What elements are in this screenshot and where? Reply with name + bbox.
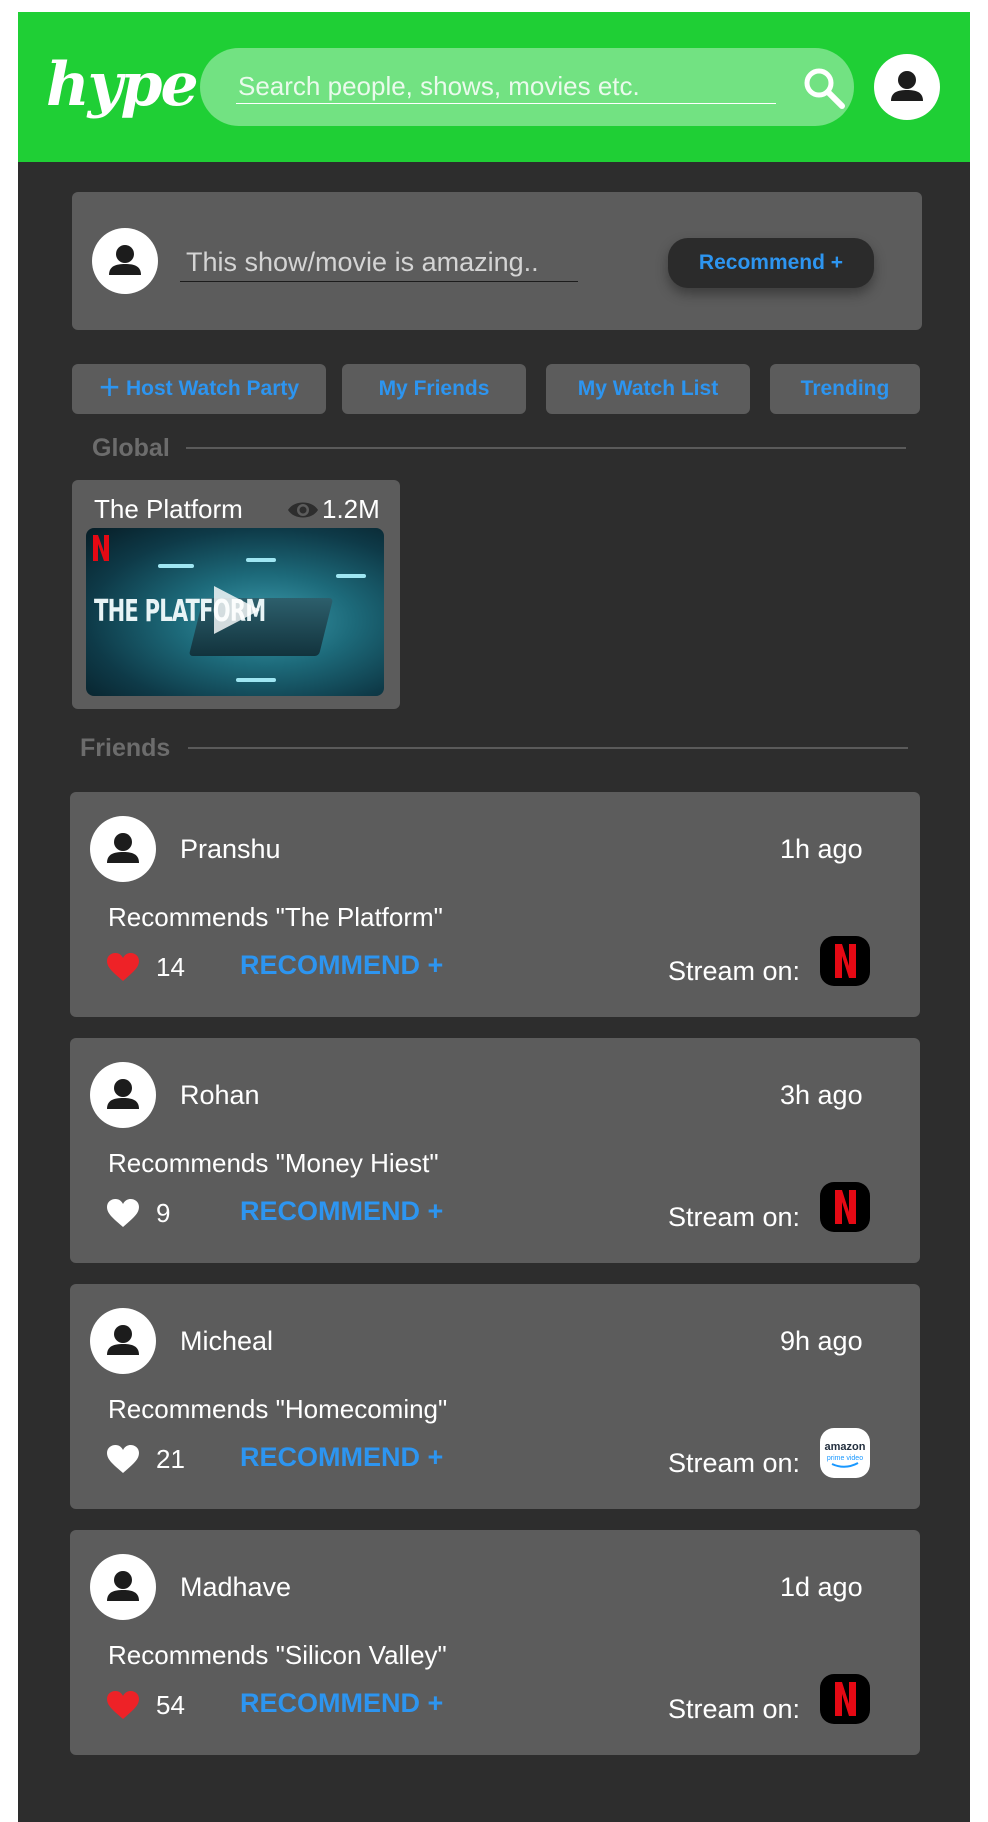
amazon-prime-video-icon[interactable]: amazon prime video (820, 1428, 870, 1478)
thumbnail-light (158, 564, 194, 568)
view-count: 1.2M (322, 494, 380, 524)
play-icon[interactable] (204, 582, 264, 638)
friend-name[interactable]: Rohan (180, 1080, 260, 1111)
user-icon (107, 1325, 139, 1355)
svg-text:prime video: prime video (827, 1455, 863, 1462)
avatar[interactable] (90, 816, 156, 882)
avatar[interactable] (90, 1062, 156, 1128)
my-watch-list-button[interactable]: My Watch List (546, 364, 750, 414)
feed-item: Micheal 9h ago Recommends "Homecoming" 2… (70, 1284, 920, 1509)
feed-item: Madhave 1d ago Recommends "Silicon Valle… (70, 1530, 920, 1755)
recommend-button[interactable]: Recommend + (668, 238, 874, 288)
recommend-button[interactable]: RECOMMEND + (240, 950, 443, 981)
my-friends-button[interactable]: My Friends (342, 364, 526, 414)
netflix-icon[interactable] (820, 1182, 870, 1232)
global-show-card[interactable]: The Platform 1.2M THE PLATFORM (72, 480, 400, 709)
plus-icon: + (98, 366, 120, 407)
like-count: 14 (156, 952, 185, 982)
feed-item: Pranshu 1h ago Recommends "The Platform"… (70, 792, 920, 1017)
recommend-button[interactable]: RECOMMEND + (240, 1442, 443, 1473)
trending-button[interactable]: Trending (770, 364, 920, 414)
recommend-button[interactable]: RECOMMEND + (240, 1688, 443, 1719)
netflix-icon (93, 535, 109, 561)
profile-button[interactable] (874, 54, 940, 120)
section-title-friends: Friends (80, 734, 171, 762)
friend-name[interactable]: Micheal (180, 1326, 273, 1357)
recommendation-text: Recommends "Homecoming" (108, 1394, 448, 1424)
stream-on-label: Stream on: (668, 1694, 801, 1724)
user-icon (107, 1079, 139, 1109)
top-header: hype (18, 12, 970, 162)
avatar[interactable] (90, 1554, 156, 1620)
friend-name[interactable]: Madhave (180, 1572, 291, 1603)
show-thumbnail[interactable]: THE PLATFORM (86, 528, 384, 696)
recommendation-input[interactable] (180, 244, 578, 282)
stream-on-label: Stream on: (668, 1202, 801, 1232)
like-count: 21 (156, 1444, 185, 1474)
recommend-button[interactable]: RECOMMEND + (240, 1196, 443, 1227)
like-count: 54 (156, 1690, 185, 1720)
heart-icon[interactable] (106, 1444, 140, 1474)
recommendation-text: Recommends "Silicon Valley" (108, 1640, 447, 1670)
thumbnail-light (246, 558, 276, 562)
recommendation-text: Recommends "Money Hiest" (108, 1148, 439, 1178)
avatar[interactable] (90, 1308, 156, 1374)
host-watch-party-button[interactable]: + Host Watch Party (72, 364, 326, 414)
avatar (92, 228, 158, 294)
section-title-global: Global (92, 434, 170, 462)
heart-icon[interactable] (106, 1690, 140, 1720)
heart-icon[interactable] (106, 1198, 140, 1228)
recommendation-text: Recommends "The Platform" (108, 902, 443, 932)
post-time: 3h ago (780, 1080, 863, 1110)
eye-icon (288, 502, 318, 518)
stream-on-label: Stream on: (668, 1448, 801, 1478)
svg-text:amazon: amazon (825, 1441, 866, 1453)
netflix-icon[interactable] (820, 1674, 870, 1724)
divider (186, 447, 906, 449)
search-icon[interactable] (800, 64, 848, 112)
show-title: The Platform (94, 494, 243, 524)
friend-name[interactable]: Pranshu (180, 834, 281, 865)
search-bar (200, 48, 854, 126)
search-input[interactable] (236, 70, 776, 104)
chip-label: Host Watch Party (125, 377, 300, 400)
heart-icon[interactable] (106, 952, 140, 982)
post-time: 1d ago (780, 1572, 863, 1602)
feed-item: Rohan 3h ago Recommends "Money Hiest" 9 … (70, 1038, 920, 1263)
user-icon (891, 71, 923, 101)
user-icon (107, 833, 139, 863)
thumbnail-light (336, 574, 366, 578)
post-time: 1h ago (780, 834, 863, 864)
app-window: hype Recommend + + Host Watch Party (18, 12, 970, 1822)
user-icon (107, 1571, 139, 1601)
post-time: 9h ago (780, 1326, 863, 1356)
stream-on-label: Stream on: (668, 956, 801, 986)
user-icon (109, 245, 141, 275)
thumbnail-light (236, 678, 276, 682)
netflix-icon[interactable] (820, 936, 870, 986)
divider (188, 747, 908, 749)
hype-logo[interactable]: hype (46, 50, 199, 120)
like-count: 9 (156, 1198, 171, 1228)
compose-box: Recommend + (72, 192, 922, 330)
